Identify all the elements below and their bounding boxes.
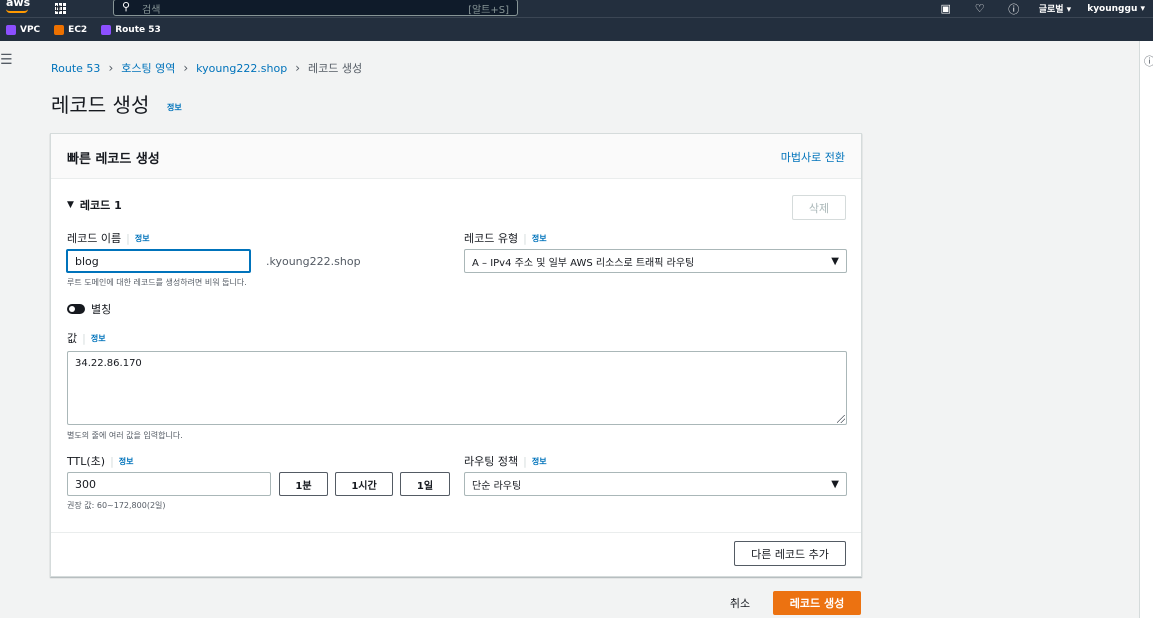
alias-toggle-row: 별칭 [67,301,111,317]
title-info-link[interactable]: 정보 [167,102,182,113]
search-placeholder: 검색 [142,5,161,16]
record-type-label-row: 레코드 유형 | 정보 [464,231,547,246]
ttl-hint: 권장 값: 60~172,800(2일) [67,501,166,510]
alias-toggle[interactable] [67,304,85,314]
favorite-route53[interactable]: Route 53 [101,24,161,35]
routing-value: 단순 라우팅 [472,480,522,492]
help-icon[interactable]: ⓘ [997,1,1031,17]
top-nav: aws 서비스 ⚲ 검색 [알트+S] ▣ ♡ ⓘ 글로벌 ▾ kyounggu… [0,0,1153,31]
ttl-1day-button[interactable]: 1일 [400,472,450,496]
chevron-right-icon: › [183,61,189,75]
routing-policy-select[interactable]: 단순 라우팅 ▼ [464,472,847,496]
favorite-label: Route 53 [115,24,161,35]
favorite-label: EC2 [68,24,88,35]
breadcrumb: Route 53 › 호스팅 영역 › kyoung222.shop › 레코드… [51,60,362,76]
favorite-vpc[interactable]: VPC [6,24,41,35]
value-label: 값 [67,332,78,345]
value-hint: 별도의 줄에 여러 값을 입력합니다. [67,431,183,440]
ec2-icon [54,24,65,35]
record-type-value: A – IPv4 주소 및 일부 AWS 리소스로 트래픽 라우팅 [472,257,695,269]
breadcrumb-hosted-zones[interactable]: 호스팅 영역 [121,60,175,76]
record-name-hint: 루트 도메인에 대한 레코드를 생성하려면 비워 둡니다. [67,278,247,287]
add-record-button[interactable]: 다른 레코드 추가 [734,541,846,566]
terminal-icon[interactable]: ▣ [929,2,963,15]
ttl-label: TTL(초) [67,455,106,468]
value-text: 34.22.86.170 [75,358,142,369]
breadcrumb-zone[interactable]: kyoung222.shop [196,62,287,75]
switch-to-wizard-link[interactable]: 마법사로 전환 [781,149,845,165]
delete-button[interactable]: 삭제 [792,195,846,220]
panel-title: 빠른 레코드 생성 [67,152,160,167]
record-1-toggle[interactable]: ▼ 레코드 1 [67,197,122,213]
caret-down-icon: ▼ [831,256,839,267]
caret-down-icon: ▼ [67,200,74,210]
chevron-right-icon: › [108,61,114,75]
bell-icon[interactable]: ♡ [963,2,997,15]
routing-info-link[interactable]: 정보 [532,456,547,467]
create-records-button[interactable]: 레코드 생성 [773,591,861,615]
routing-label-row: 라우팅 정책 | 정보 [464,454,547,469]
resize-handle-icon[interactable] [837,415,845,423]
domain-suffix: .kyoung222.shop [266,255,361,268]
info-panel-icon[interactable]: ⓘ [1144,53,1153,69]
ttl-1min-button[interactable]: 1분 [279,472,328,496]
routing-label: 라우팅 정책 [464,455,519,468]
aws-logo[interactable]: aws [6,0,30,13]
user-menu[interactable]: kyounggu ▾ [1079,4,1153,14]
vpc-icon [6,24,16,35]
services-menu[interactable]: 서비스 [55,0,66,31]
favorite-ec2[interactable]: EC2 [54,24,88,35]
quick-create-panel: 빠른 레코드 생성 마법사로 전환 ▼ 레코드 1 삭제 레코드 이름 | 정보… [50,133,862,577]
favorite-label: VPC [20,24,41,35]
record-header: 레코드 1 [79,199,122,212]
ttl-info-link[interactable]: 정보 [119,456,134,467]
record-type-label: 레코드 유형 [464,232,519,245]
caret-down-icon: ▼ [831,479,839,490]
page-title: 레코드 생성 [51,93,150,117]
menu-icon[interactable]: ☰ [0,52,13,68]
favorites-bar: VPC EC2 Route 53 [0,17,1153,41]
record-type-info-link[interactable]: 정보 [532,233,547,244]
value-label-row: 값 | 정보 [67,331,106,346]
search-shortcut: [알트+S] [468,5,509,16]
panel-header: 빠른 레코드 생성 마법사로 전환 [51,134,861,179]
alias-label: 별칭 [91,303,112,316]
cancel-button[interactable]: 취소 [720,591,760,615]
route53-icon [101,24,112,35]
record-name-info-link[interactable]: 정보 [135,233,150,244]
value-textarea[interactable]: 34.22.86.170 [67,351,847,425]
ttl-1hour-button[interactable]: 1시간 [335,472,393,496]
chevron-right-icon: › [295,61,301,75]
record-name-input[interactable]: blog [66,249,251,273]
breadcrumb-current: 레코드 생성 [308,62,363,75]
record-type-select[interactable]: A – IPv4 주소 및 일부 AWS 리소스로 트래픽 라우팅 ▼ [464,249,847,273]
panel-divider [51,532,861,533]
ttl-input[interactable]: 300 [67,472,271,496]
search-input[interactable]: ⚲ 검색 [알트+S] [113,0,518,16]
record-name-label: 레코드 이름 [67,232,122,245]
region-selector[interactable]: 글로벌 ▾ [1031,2,1080,15]
right-side-panel: ⓘ [1139,41,1153,618]
value-info-link[interactable]: 정보 [91,333,106,344]
search-icon: ⚲ [122,0,131,13]
ttl-label-row: TTL(초) | 정보 [67,454,134,469]
breadcrumb-route53[interactable]: Route 53 [51,62,100,75]
record-name-label-row: 레코드 이름 | 정보 [67,231,150,246]
